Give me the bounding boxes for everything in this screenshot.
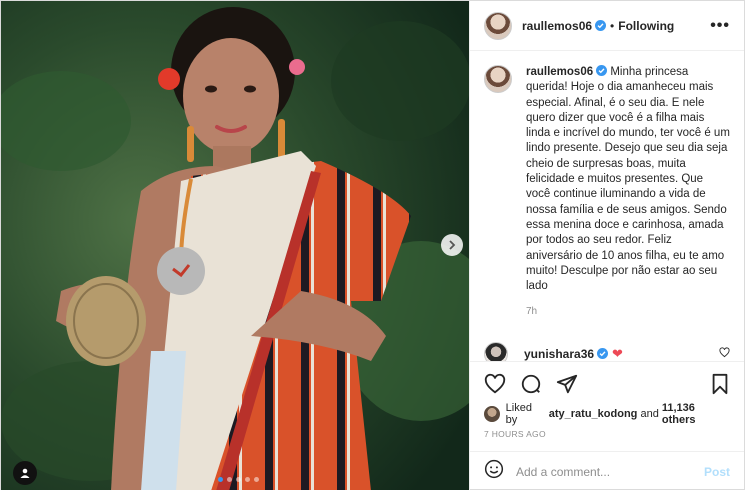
carousel-dot	[236, 477, 241, 482]
carousel-dot	[227, 477, 232, 482]
share-paper-plane-icon[interactable]	[556, 373, 578, 395]
caption-username[interactable]: raullemos06	[526, 66, 593, 78]
like-heart-icon[interactable]	[484, 373, 506, 395]
caption: raullemos06 Minha princesa querida! Hoje…	[484, 65, 730, 320]
carousel-indicator	[218, 477, 259, 482]
header-separator: •	[610, 18, 615, 33]
commenter-username[interactable]: yunishara36	[524, 347, 594, 361]
post-header: raullemos06 • Following •••	[470, 1, 744, 51]
comment-text: ❤	[612, 345, 623, 361]
photo-illustration	[1, 1, 469, 490]
comment-item: yunishara36 ❤	[484, 341, 730, 361]
carousel-dot	[245, 477, 250, 482]
post-details-panel: raullemos06 • Following ••• raullemos06 …	[469, 1, 744, 490]
comment-bubble-icon[interactable]	[520, 373, 542, 395]
commenter-avatar[interactable]	[484, 341, 508, 361]
like-comment-heart-icon[interactable]	[719, 345, 730, 361]
caption-timestamp[interactable]: 7h	[526, 304, 730, 319]
following-button[interactable]: Following	[618, 19, 674, 33]
save-bookmark-icon[interactable]	[710, 373, 730, 395]
post-timestamp[interactable]: 7 HOURS AGO	[470, 423, 744, 451]
caption-avatar[interactable]	[484, 65, 512, 93]
liker-avatar[interactable]	[484, 406, 500, 422]
likes-summary: Liked by aty_ratu_kodong and 11,136 othe…	[470, 402, 744, 426]
carousel-dot	[254, 477, 259, 482]
carousel-dot	[218, 477, 223, 482]
verified-badge-icon	[597, 348, 609, 360]
liker-username[interactable]: aty_ratu_kodong	[549, 408, 638, 420]
caption-body: raullemos06 Minha princesa querida! Hoje…	[526, 65, 730, 320]
verified-badge-icon	[595, 20, 607, 31]
comment-input[interactable]	[516, 464, 704, 479]
verified-badge-icon	[596, 65, 608, 76]
author-username[interactable]: raullemos06	[522, 19, 592, 33]
add-comment-bar: Post	[470, 451, 744, 490]
comments-section: raullemos06 Minha princesa querida! Hoje…	[470, 51, 744, 361]
next-image-arrow-icon[interactable]	[441, 234, 463, 256]
author-avatar[interactable]	[484, 11, 512, 40]
caption-text: Minha princesa querida! Hoje o dia amanh…	[526, 66, 730, 293]
likes-conj: and	[640, 408, 659, 420]
post-image[interactable]	[1, 1, 469, 490]
action-bar	[470, 361, 744, 405]
emoji-smiley-icon[interactable]	[484, 459, 504, 484]
tagged-user-icon[interactable]	[13, 461, 37, 485]
more-options-icon[interactable]: •••	[710, 17, 730, 35]
post-comment-button[interactable]: Post	[704, 465, 730, 479]
post-container: raullemos06 • Following ••• raullemos06 …	[0, 0, 745, 490]
